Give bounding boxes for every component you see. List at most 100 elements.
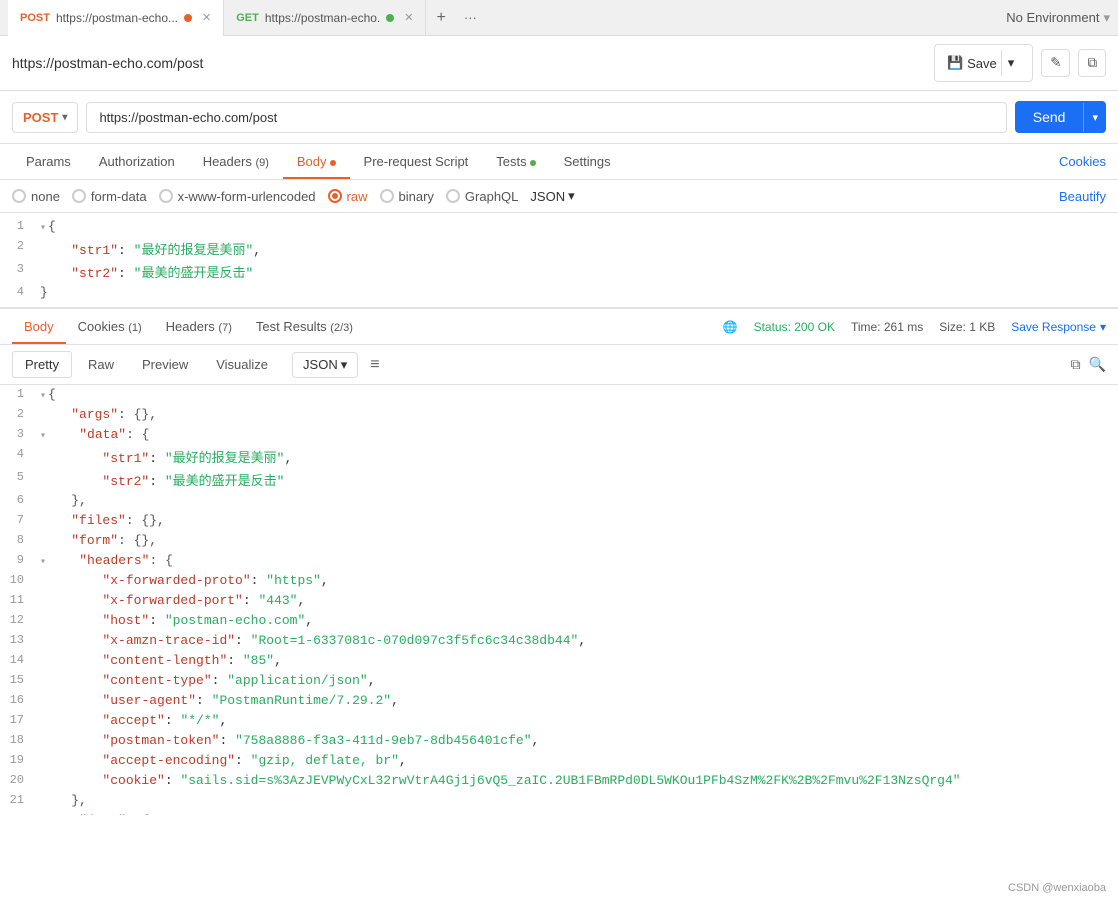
body-option-none[interactable]: none — [12, 189, 60, 204]
tab-authorization[interactable]: Authorization — [85, 144, 189, 179]
response-line: 7 "files": {}, — [0, 511, 1118, 531]
environment-selector[interactable]: No Environment ▾ — [1006, 10, 1110, 26]
response-line-number: 18 — [0, 731, 36, 747]
tab-tests[interactable]: Tests — [482, 144, 549, 179]
save-response-button[interactable]: Save Response ▾ — [1011, 320, 1106, 334]
tab-get[interactable]: GET https://postman-echo. ✕ — [224, 0, 426, 36]
tab-bar: POST https://postman-echo... ✕ GET https… — [0, 0, 1118, 36]
body-option-urlencoded[interactable]: x-www-form-urlencoded — [159, 189, 316, 204]
edit-button[interactable]: ✎ — [1041, 49, 1070, 77]
response-line-number: 7 — [0, 511, 36, 527]
body-option-binary[interactable]: binary — [380, 189, 434, 204]
environment-chevron-icon: ▾ — [1103, 10, 1110, 26]
tab-dot-post — [184, 14, 192, 22]
status-ok-text: Status: 200 OK — [754, 320, 835, 334]
response-line-content: }, — [36, 791, 1118, 810]
response-line: 2 "args": {}, — [0, 405, 1118, 425]
tab-close-get[interactable]: ✕ — [404, 11, 413, 24]
view-tab-pretty-label: Pretty — [25, 357, 59, 372]
radio-formdata[interactable] — [72, 189, 86, 203]
json-format-dropdown[interactable]: JSON ▾ — [530, 188, 574, 204]
response-line-number: 21 — [0, 791, 36, 807]
send-chevron-icon[interactable]: ▾ — [1083, 103, 1106, 132]
response-line-content: ▾ "json": { — [36, 811, 1118, 815]
beautify-button[interactable]: Beautify — [1059, 189, 1106, 204]
copy-button[interactable]: ⧉ — [1078, 49, 1106, 77]
url-title-area: https://postman-echo.com/post 💾 Save ▾ ✎… — [0, 36, 1118, 91]
view-tab-raw-label: Raw — [88, 357, 114, 372]
body-option-formdata[interactable]: form-data — [72, 189, 147, 204]
response-line-number: 13 — [0, 631, 36, 647]
label-formdata: form-data — [91, 189, 147, 204]
method-label: POST — [23, 110, 58, 125]
radio-raw[interactable] — [328, 189, 342, 203]
radio-none[interactable] — [12, 189, 26, 203]
body-option-graphql[interactable]: GraphQL — [446, 189, 518, 204]
cookies-link[interactable]: Cookies — [1059, 154, 1106, 169]
view-tab-raw[interactable]: Raw — [76, 352, 126, 377]
send-button[interactable]: Send ▾ — [1015, 101, 1106, 133]
req-line-2: 2 "str1": "最好的报复是美丽", — [0, 237, 1118, 260]
response-line-number: 22 — [0, 811, 36, 815]
response-line-number: 5 — [0, 468, 36, 484]
radio-binary[interactable] — [380, 189, 394, 203]
response-line-content: "args": {}, — [36, 405, 1118, 424]
url-input[interactable] — [86, 102, 1006, 133]
response-line: 9▾ "headers": { — [0, 551, 1118, 571]
json-format-chevron-icon: ▾ — [568, 188, 575, 204]
label-graphql: GraphQL — [465, 189, 518, 204]
tab-settings[interactable]: Settings — [550, 144, 625, 179]
resp-tab-headers-label: Headers (7) — [166, 319, 232, 334]
response-line: 15 "content-type": "application/json", — [0, 671, 1118, 691]
view-tab-visualize-label: Visualize — [216, 357, 268, 372]
body-dot-icon — [330, 160, 336, 166]
response-line: 21 }, — [0, 791, 1118, 811]
response-line: 1▾{ — [0, 385, 1118, 405]
tab-more-button[interactable]: ··· — [456, 10, 485, 25]
response-line-content: "postman-token": "758a8886-f3a3-411d-9eb… — [36, 731, 1118, 750]
resp-tab-body[interactable]: Body — [12, 309, 66, 344]
tab-add-button[interactable]: + — [426, 9, 455, 27]
body-option-raw[interactable]: raw — [328, 189, 368, 204]
response-line-number: 20 — [0, 771, 36, 787]
response-line-content: ▾ "data": { — [36, 425, 1118, 444]
request-bar: POST ▾ Send ▾ — [0, 91, 1118, 144]
response-search-icon[interactable]: 🔍 — [1089, 356, 1106, 373]
tab-prerequest[interactable]: Pre-request Script — [350, 144, 483, 179]
wrap-icon[interactable]: ≡ — [370, 356, 379, 374]
tab-params[interactable]: Params — [12, 144, 85, 179]
view-tab-pretty[interactable]: Pretty — [12, 351, 72, 378]
tab-post[interactable]: POST https://postman-echo... ✕ — [8, 0, 224, 36]
resp-tab-headers[interactable]: Headers (7) — [154, 309, 244, 344]
response-line-number: 6 — [0, 491, 36, 507]
send-label: Send — [1015, 101, 1084, 133]
tab-close-post[interactable]: ✕ — [202, 11, 211, 24]
response-line-content: "form": {}, — [36, 531, 1118, 550]
resp-tab-testresults-label: Test Results (2/3) — [256, 319, 353, 334]
radio-urlencoded[interactable] — [159, 189, 173, 203]
tab-headers[interactable]: Headers (9) — [189, 144, 283, 179]
tab-authorization-label: Authorization — [99, 154, 175, 169]
label-raw: raw — [347, 189, 368, 204]
response-line-content: "x-forwarded-proto": "https", — [36, 571, 1118, 590]
tab-url-post: https://postman-echo... — [56, 11, 178, 25]
resp-tab-testresults[interactable]: Test Results (2/3) — [244, 309, 365, 344]
save-label[interactable]: Save — [967, 56, 997, 71]
response-line-content: "host": "postman-echo.com", — [36, 611, 1118, 630]
url-actions: 💾 Save ▾ ✎ ⧉ — [934, 44, 1106, 82]
request-editor[interactable]: 1 ▾{ 2 "str1": "最好的报复是美丽", 3 "str2": "最美… — [0, 213, 1118, 309]
save-chevron-icon[interactable]: ▾ — [1001, 50, 1021, 76]
response-copy-icon[interactable]: ⧉ — [1071, 356, 1081, 373]
response-json-dropdown[interactable]: JSON ▾ — [292, 352, 358, 378]
request-title: https://postman-echo.com/post — [12, 55, 203, 71]
response-line-number: 15 — [0, 671, 36, 687]
radio-graphql[interactable] — [446, 189, 460, 203]
method-dropdown[interactable]: POST ▾ — [12, 102, 78, 133]
tab-body[interactable]: Body — [283, 144, 350, 179]
resp-tab-cookies[interactable]: Cookies (1) — [66, 309, 154, 344]
view-tab-preview[interactable]: Preview — [130, 352, 200, 377]
save-response-chevron-icon: ▾ — [1100, 320, 1106, 334]
response-line: 6 }, — [0, 491, 1118, 511]
response-line-content: }, — [36, 491, 1118, 510]
view-tab-visualize[interactable]: Visualize — [204, 352, 280, 377]
